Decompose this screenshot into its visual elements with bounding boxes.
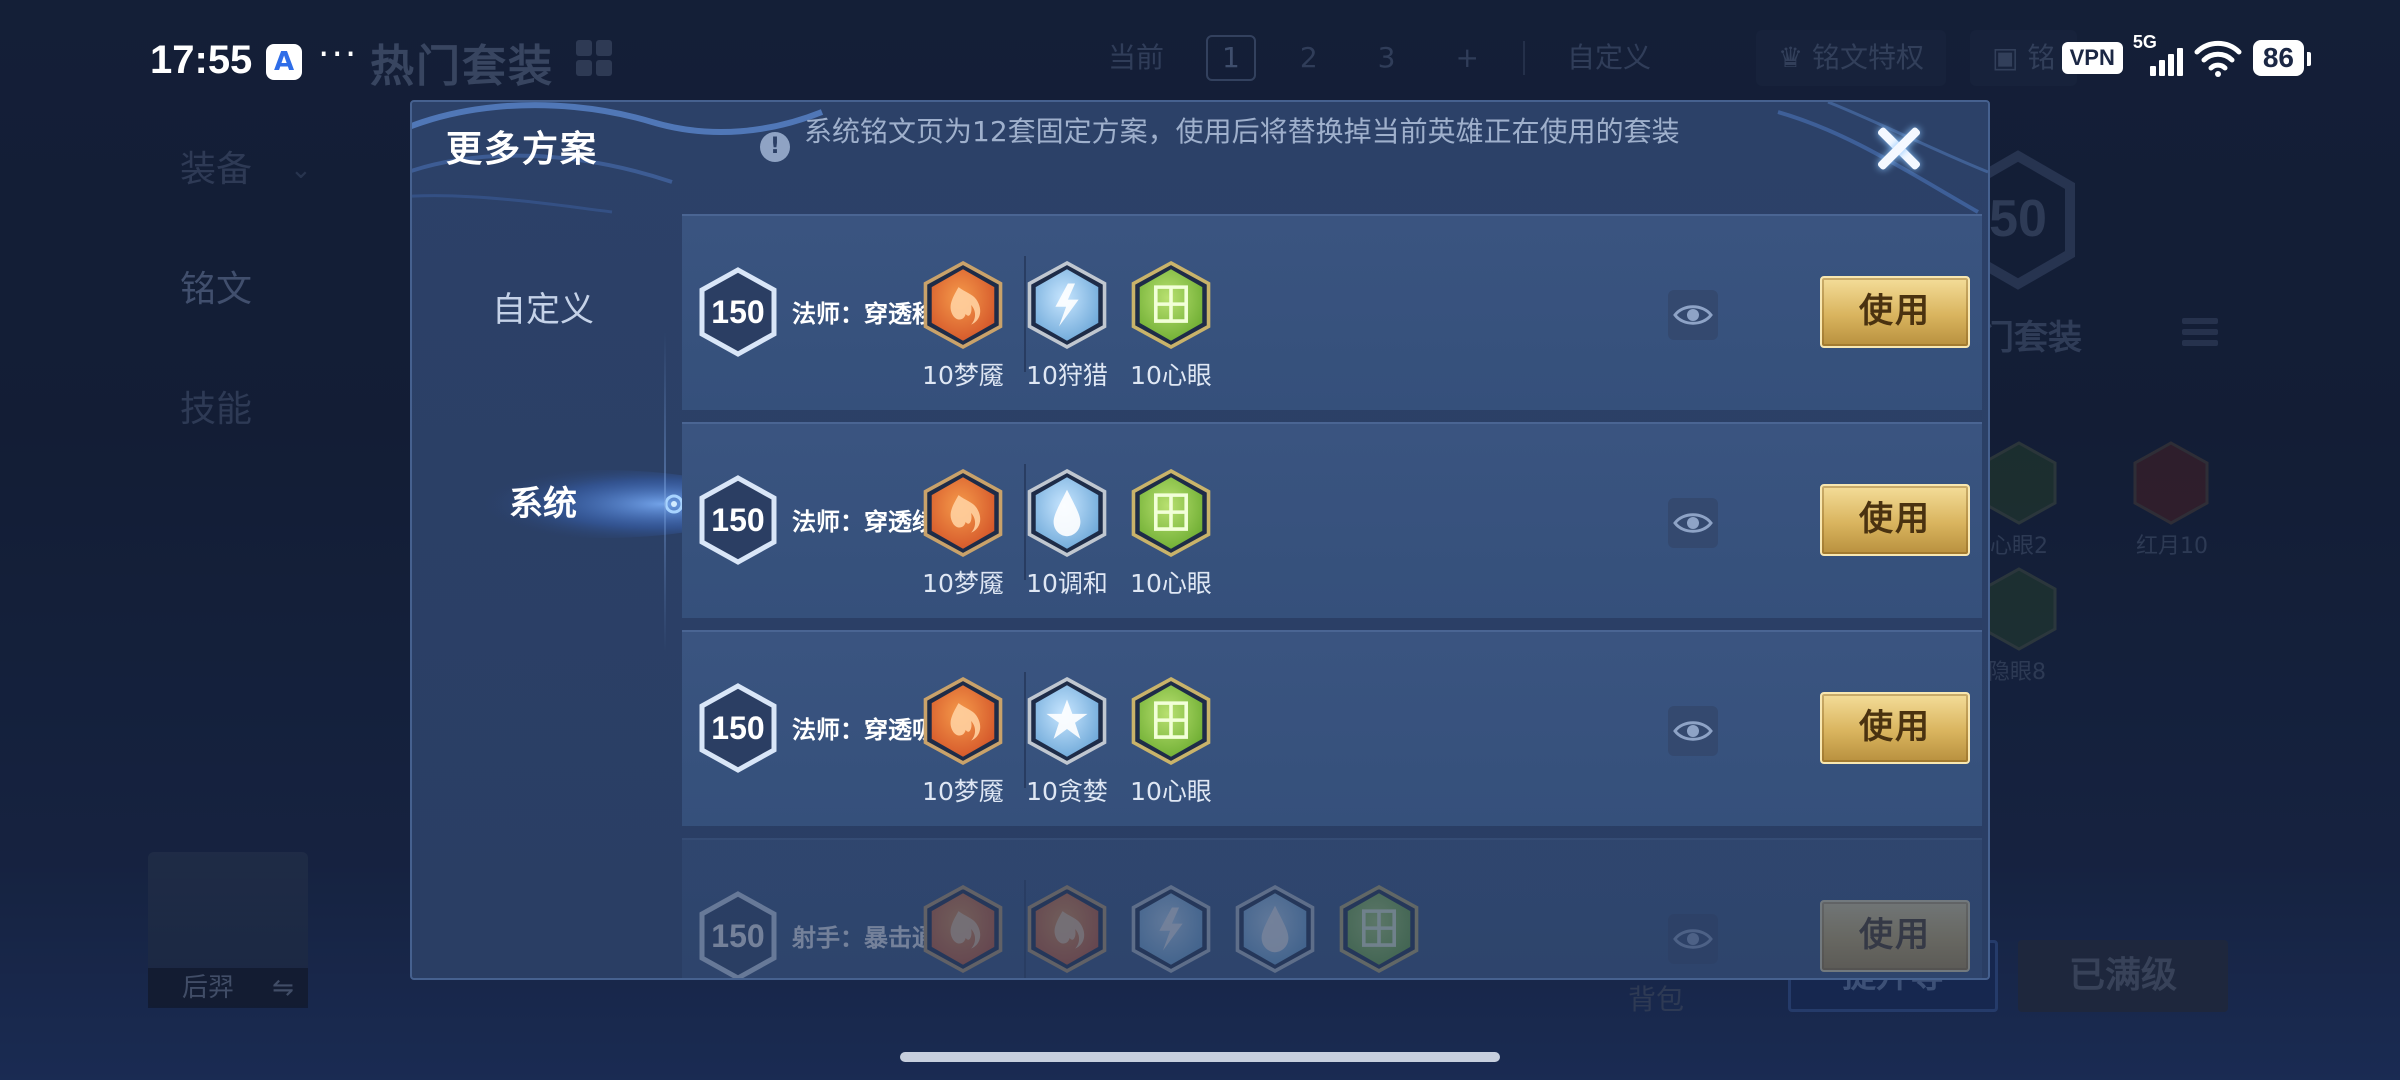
leaf-rune-icon bbox=[1339, 884, 1419, 974]
dialog-header: 更多方案 ! 系统铭文页为12套固定方案，使用后将替换掉当前英雄正在使用的套装 bbox=[412, 102, 1988, 214]
rune-label: 10调和 bbox=[1026, 569, 1108, 598]
info-icon: ! bbox=[760, 132, 790, 162]
level-number: 150 bbox=[711, 918, 765, 954]
leaf-rune-icon bbox=[1131, 676, 1211, 766]
flame-rune-icon bbox=[923, 676, 1003, 766]
preview-eye-button[interactable] bbox=[1668, 914, 1718, 964]
eye-icon bbox=[1673, 929, 1713, 949]
rune-slot: 10心眼 bbox=[1126, 674, 1216, 808]
close-icon[interactable] bbox=[1864, 114, 1934, 184]
rune-label: 10心眼 bbox=[1130, 361, 1212, 390]
more-schemes-dialog: 更多方案 ! 系统铭文页为12套固定方案，使用后将替换掉当前英雄正在使用的套装 … bbox=[410, 100, 1990, 980]
leaf-rune-icon bbox=[1131, 468, 1211, 558]
rune-slot bbox=[1022, 882, 1112, 978]
preview-eye-button[interactable] bbox=[1668, 498, 1718, 548]
flame-rune-icon bbox=[923, 468, 1003, 558]
rune-slot bbox=[1126, 882, 1216, 978]
eye-icon bbox=[1673, 513, 1713, 533]
rune-slot: 10梦魇 bbox=[918, 258, 1008, 392]
eye-icon bbox=[1673, 305, 1713, 325]
rune-slot: 10狩猎 bbox=[1022, 258, 1112, 392]
dialog-title: 更多方案 bbox=[446, 129, 599, 170]
rune-label: 10梦魇 bbox=[922, 569, 1004, 598]
side-divider bbox=[664, 332, 666, 652]
scheme-row: 150 法师：穿透续航 10梦魇 10调和 10心眼 使用 bbox=[682, 422, 1982, 618]
star-rune-icon bbox=[1027, 676, 1107, 766]
leaf-rune-icon bbox=[1131, 260, 1211, 350]
scheme-row: 150 法师：穿透移速 10梦魇 10狩猎 10心眼 使用 bbox=[682, 214, 1982, 410]
wifi-icon bbox=[2194, 40, 2242, 77]
rune-slot: 10贪婪 bbox=[1022, 674, 1112, 808]
lightning-rune-icon bbox=[1027, 260, 1107, 350]
level-number: 150 bbox=[711, 710, 765, 746]
rune-label: 10狩猎 bbox=[1026, 361, 1108, 390]
eye-icon bbox=[1673, 721, 1713, 741]
use-scheme-button[interactable]: 使用 bbox=[1820, 900, 1970, 972]
rune-slot: 10心眼 bbox=[1126, 258, 1216, 392]
rune-label: 10心眼 bbox=[1130, 777, 1212, 806]
flame-rune-icon bbox=[923, 260, 1003, 350]
level-number: 150 bbox=[711, 294, 765, 330]
rune-label: 10贪婪 bbox=[1026, 777, 1108, 806]
rune-slot: 10心眼 bbox=[1126, 466, 1216, 600]
vpn-badge: VPN bbox=[2061, 42, 2123, 74]
use-scheme-button[interactable]: 使用 bbox=[1820, 484, 1970, 556]
rune-slot: 10梦魇 bbox=[918, 674, 1008, 808]
preview-eye-button[interactable] bbox=[1668, 706, 1718, 756]
use-scheme-button[interactable]: 使用 bbox=[1820, 276, 1970, 348]
rune-slot bbox=[918, 882, 1008, 978]
level-number: 150 bbox=[711, 502, 765, 538]
tab-system[interactable]: 系统 bbox=[412, 464, 674, 544]
side-tabs: 自定义 系统 bbox=[412, 214, 692, 978]
tab-custom[interactable]: 自定义 bbox=[412, 270, 674, 350]
rune-slot bbox=[1334, 882, 1424, 978]
lightning-rune-icon bbox=[1131, 884, 1211, 974]
scheme-list[interactable]: 150 法师：穿透移速 10梦魇 10狩猎 10心眼 使用 150 法师：穿透续航 10梦魇 10… bbox=[682, 214, 1982, 978]
status-time: 17:55 bbox=[150, 38, 253, 82]
rune-label: 10梦魇 bbox=[922, 777, 1004, 806]
preview-eye-button[interactable] bbox=[1668, 290, 1718, 340]
dialog-notice: 系统铭文页为12套固定方案，使用后将替换掉当前英雄正在使用的套装 bbox=[804, 115, 1680, 148]
use-scheme-button[interactable]: 使用 bbox=[1820, 692, 1970, 764]
drop-rune-icon bbox=[1235, 884, 1315, 974]
rune-slot: 10调和 bbox=[1022, 466, 1112, 600]
home-indicator[interactable] bbox=[900, 1052, 1500, 1062]
flame-rune-icon bbox=[923, 884, 1003, 974]
rune-slot: 10梦魇 bbox=[918, 466, 1008, 600]
battery-indicator: 86 bbox=[2252, 40, 2312, 76]
rune-slot bbox=[1230, 882, 1320, 978]
rune-label: 10心眼 bbox=[1130, 569, 1212, 598]
flame-rune-icon bbox=[1027, 884, 1107, 974]
more-dots-icon: ··· bbox=[318, 34, 359, 75]
cellular-signal-icon: 5G bbox=[2133, 32, 2183, 78]
rune-label: 10梦魇 bbox=[922, 361, 1004, 390]
app-badge-icon: A bbox=[266, 44, 302, 80]
scheme-row: 150 射手：暴击通用 使用 bbox=[682, 838, 1982, 978]
scheme-row: 150 法师：穿透吸血 10梦魇 10贪婪 10心眼 使用 bbox=[682, 630, 1982, 826]
status-right: VPN 5G 86 bbox=[2061, 32, 2312, 78]
drop-rune-icon bbox=[1027, 468, 1107, 558]
